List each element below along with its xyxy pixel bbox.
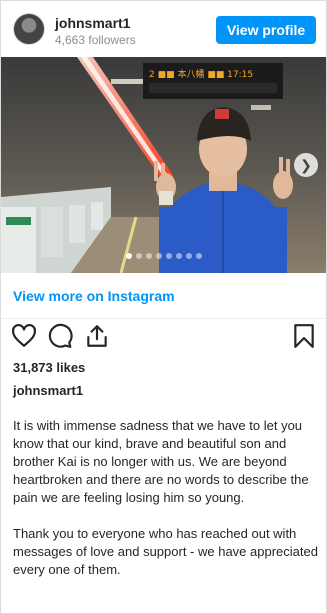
post-photo[interactable]: 2 ■■ 本八幡 ■■ 17:15 ❯ [1,57,326,273]
bookmark-icon[interactable] [291,323,317,349]
carousel-dot [185,253,192,259]
carousel-next-button[interactable]: ❯ [294,153,318,177]
view-more-link[interactable]: View more on Instagram [13,288,175,304]
carousel-dot [125,253,132,259]
caption-username[interactable]: johnsmart1 [13,383,83,398]
carousel-dot [135,253,142,259]
caption-paragraph: It is with immense sadness that we have … [13,418,309,505]
carousel-dot [175,253,182,259]
likes-count[interactable]: 31,873 likes [13,360,85,375]
share-icon[interactable] [84,323,110,349]
station-photo: 2 ■■ 本八幡 ■■ 17:15 [1,57,326,273]
carousel-dot [165,253,172,259]
caption-text: It is with immense sadness that we have … [13,417,318,597]
post-header: johnsmart1 4,663 followers View profile [1,1,326,57]
action-bar [1,323,326,351]
caption-paragraph: Thank you to everyone who has reached ou… [13,526,318,577]
view-more-row: View more on Instagram [1,273,326,319]
chevron-right-icon: ❯ [300,156,312,173]
carousel-dot [155,253,162,259]
carousel-dot [195,253,202,259]
header-username[interactable]: johnsmart1 [55,15,130,31]
svg-text:2 ■■ 本八幡 ■■ 17:15: 2 ■■ 本八幡 ■■ 17:15 [149,68,253,80]
comment-icon[interactable] [47,323,73,349]
followers-count: 4,663 followers [55,33,136,47]
view-profile-button[interactable]: View profile [216,16,316,44]
heart-icon[interactable] [11,323,37,349]
avatar[interactable] [13,13,45,45]
instagram-embed: johnsmart1 4,663 followers View profile [0,0,327,614]
carousel-dots [1,253,326,259]
carousel-dot [145,253,152,259]
